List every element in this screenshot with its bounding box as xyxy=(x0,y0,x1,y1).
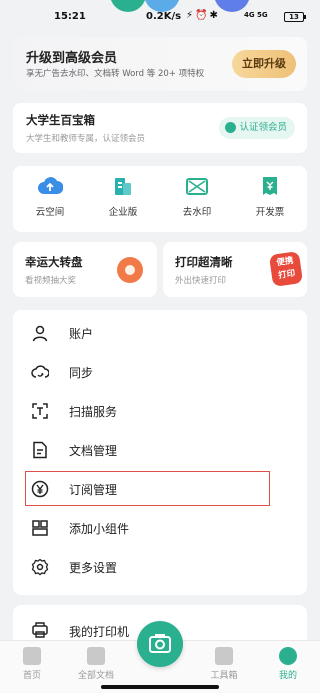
cloud-upload-icon xyxy=(38,177,63,194)
user-icon xyxy=(32,325,48,342)
menu-item-scan-service[interactable]: 扫描服务 xyxy=(13,392,307,430)
verify-membership-button[interactable]: 认证领会员 xyxy=(219,117,295,139)
status-time: 15:21 xyxy=(54,11,86,22)
scan-text-icon xyxy=(32,403,48,419)
printer-icon xyxy=(32,622,48,638)
battery-icon: 13 xyxy=(284,12,306,22)
edu-title: 大学生百宝箱 xyxy=(26,113,95,127)
printer-label: 我的打印机 xyxy=(69,625,130,639)
tab-home[interactable]: 首页 xyxy=(2,647,62,681)
network-speed: 0.2K/s xyxy=(146,11,182,22)
tab-label: 我的 xyxy=(278,671,297,681)
vip-subtitle: 享无广告去水印、文档转 Word 等 20+ 项特权 xyxy=(26,69,205,79)
menu-label: 账户 xyxy=(69,327,94,341)
tab-toolbox[interactable]: 工具箱 xyxy=(194,647,254,681)
tool-invoice[interactable]: 开发票 xyxy=(240,176,300,218)
tool-label: 云空间 xyxy=(35,207,65,218)
building-icon xyxy=(115,178,131,195)
promo-title: 打印超清晰 xyxy=(175,255,233,269)
tool-enterprise[interactable]: 企业版 xyxy=(93,176,153,218)
folder-icon xyxy=(87,647,105,665)
status-bar: 15:21 0.2K/s ⚡⏰✱ 4G 5G 13 xyxy=(0,0,320,32)
widget-icon xyxy=(32,520,48,536)
menu-item-more-settings[interactable]: 更多设置 xyxy=(13,548,307,586)
profile-icon xyxy=(279,647,297,665)
menu-item-subscription-management[interactable]: 订阅管理 xyxy=(13,470,307,508)
document-icon xyxy=(33,441,47,459)
camera-scan-button[interactable] xyxy=(137,621,183,667)
toolbox-icon xyxy=(215,647,233,665)
vip-title: 升级到高级会员 xyxy=(26,51,118,66)
menu-label: 文档管理 xyxy=(69,444,118,458)
status-icons: ⚡⏰✱ xyxy=(186,10,220,21)
tab-all-documents[interactable]: 全部文档 xyxy=(66,647,126,681)
invoice-icon xyxy=(263,177,277,195)
tool-cloud-space[interactable]: 云空间 xyxy=(20,176,80,218)
lucky-wheel-icon xyxy=(117,257,143,283)
promo-title: 幸运大转盘 xyxy=(25,255,83,269)
tool-label: 开发票 xyxy=(255,207,285,218)
settings-menu: 账户 同步 扫描服务 文档管理 订阅管理 添加小组件 更多设置 xyxy=(13,310,307,595)
camera-icon xyxy=(149,634,171,653)
verify-membership-label: 认证领会员 xyxy=(239,122,287,133)
tool-label: 企业版 xyxy=(108,207,138,218)
yen-circle-icon xyxy=(31,480,49,498)
home-indicator xyxy=(101,685,219,689)
lucky-wheel-promo[interactable]: 幸运大转盘 看视频抽大奖 xyxy=(13,242,157,297)
remove-watermark-icon xyxy=(186,178,208,195)
vip-upgrade-banner[interactable]: 升级到高级会员 享无广告去水印、文档转 Word 等 20+ 项特权 立即升级 xyxy=(13,37,307,91)
tool-label: 去水印 xyxy=(182,207,212,218)
tool-remove-watermark[interactable]: 去水印 xyxy=(167,176,227,218)
cloud-sync-icon xyxy=(31,365,49,378)
signal-indicator: 4G 5G xyxy=(244,11,268,19)
edu-subtitle: 大学生和教师专属，认证领会员 xyxy=(26,134,146,144)
app-icon-peek xyxy=(110,0,146,12)
tab-label: 工具箱 xyxy=(210,671,238,681)
menu-label: 添加小组件 xyxy=(69,522,130,536)
promo-subtitle: 外出快速打印 xyxy=(175,276,227,286)
quick-tools: 云空间 企业版 去水印 开发票 xyxy=(13,166,307,232)
tab-label: 全部文档 xyxy=(77,671,114,681)
gear-icon xyxy=(31,558,49,576)
menu-label: 扫描服务 xyxy=(69,405,118,419)
menu-label: 订阅管理 xyxy=(69,483,118,497)
tab-label: 首页 xyxy=(22,671,41,681)
promo-subtitle: 看视频抽大奖 xyxy=(25,276,77,286)
menu-item-add-widget[interactable]: 添加小组件 xyxy=(13,509,307,547)
portable-print-badge: 便携 打印 xyxy=(268,251,304,287)
home-icon xyxy=(23,647,41,665)
menu-label: 更多设置 xyxy=(69,561,118,575)
verify-badge-icon xyxy=(225,122,237,133)
upgrade-now-button[interactable]: 立即升级 xyxy=(232,50,296,78)
menu-item-sync[interactable]: 同步 xyxy=(13,353,307,391)
print-promo[interactable]: 打印超清晰 外出快速打印 便携 打印 xyxy=(163,242,307,297)
menu-item-document-management[interactable]: 文档管理 xyxy=(13,431,307,469)
student-toolbox-card[interactable]: 大学生百宝箱 大学生和教师专属，认证领会员 认证领会员 xyxy=(13,103,307,153)
tab-me[interactable]: 我的 xyxy=(258,647,318,681)
menu-label: 同步 xyxy=(69,366,94,380)
menu-item-account[interactable]: 账户 xyxy=(13,314,307,352)
